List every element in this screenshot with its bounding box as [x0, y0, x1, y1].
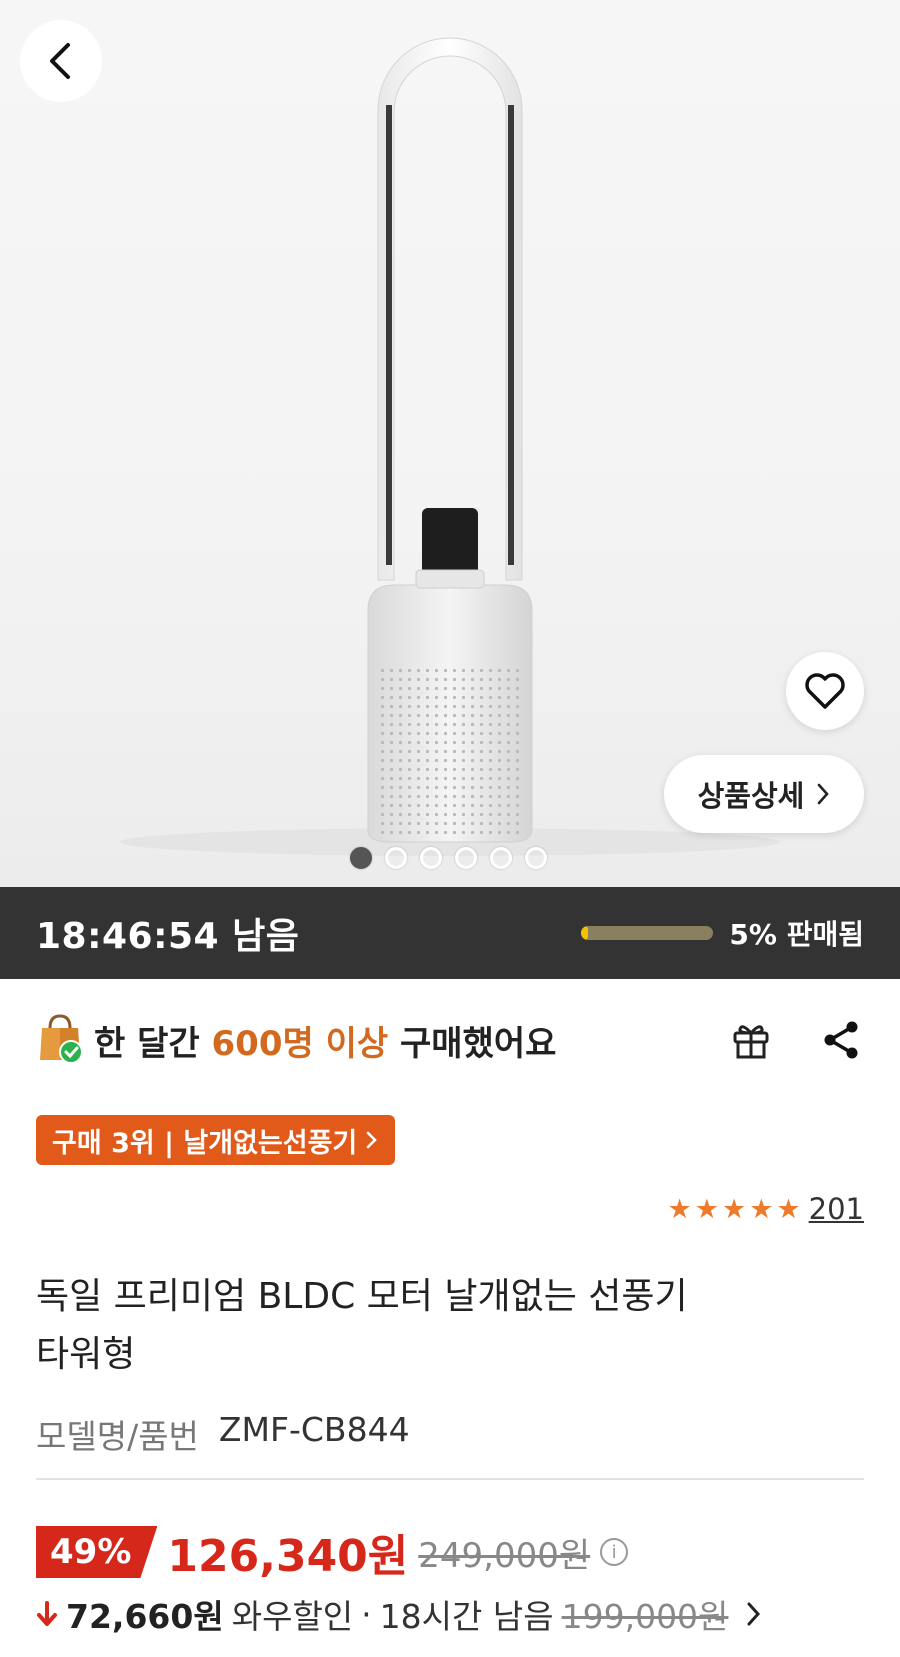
deal-timer-bar: 18:46:54 남음 5% 판매됨	[0, 887, 900, 979]
carousel-indicator	[350, 847, 547, 869]
wow-discount-label: 와우할인	[231, 1597, 354, 1636]
product-title-line-2: 타워형	[36, 1334, 136, 1375]
star-rating: ★ ★ ★ ★ ★	[668, 1196, 801, 1223]
arrow-down-icon	[37, 1601, 57, 1626]
star-icon: ★	[749, 1193, 774, 1225]
purchase-suffix: 구매했어요	[388, 1023, 557, 1064]
wow-discount-row[interactable]: 72,660원 와우할인 · 18시간 남음 199,000원	[36, 1590, 762, 1638]
shopping-bag-icon	[40, 1014, 83, 1064]
time-remaining: 18:46:54 남음	[36, 916, 300, 957]
purchase-count-text: 한 달간 600명 이상 구매했어요	[94, 1016, 556, 1065]
gift-button[interactable]	[728, 1017, 774, 1063]
wow-discount-amount: 72,660원	[66, 1597, 224, 1636]
product-image	[120, 37, 780, 856]
info-icon[interactable]: i	[600, 1538, 629, 1566]
gift-icon	[733, 1025, 769, 1059]
sale-price: 126,340원	[167, 1531, 409, 1582]
sold-progress-fill	[581, 926, 589, 940]
model-label: 모델명/품번	[36, 1417, 199, 1456]
carousel-dot[interactable]	[350, 847, 372, 869]
star-icon: ★	[721, 1193, 747, 1225]
review-count-link[interactable]: 201	[809, 1192, 864, 1226]
product-detail-button[interactable]: 상품상세	[664, 755, 864, 833]
chevron-right-icon	[747, 1602, 761, 1626]
wow-time-remaining: 18시간 남음	[379, 1597, 554, 1636]
carousel-dot[interactable]	[455, 847, 477, 869]
price-row: 49% 126,340원 249,000원 i	[36, 1520, 629, 1584]
sold-progress-bar	[581, 926, 714, 940]
share-icon	[824, 1021, 858, 1059]
divider	[36, 1478, 864, 1480]
separator: ·	[361, 1594, 372, 1634]
carousel-dot[interactable]	[490, 847, 512, 869]
share-button[interactable]	[818, 1017, 864, 1063]
wishlist-button[interactable]	[786, 652, 864, 730]
discount-badge: 49%	[36, 1526, 158, 1578]
model-value: ZMF-CB844	[218, 1410, 410, 1449]
chevron-right-icon	[818, 783, 830, 805]
star-icon: ★	[776, 1193, 801, 1225]
chevron-left-icon	[50, 43, 70, 79]
sold-percentage: 5% 판매됨	[729, 918, 864, 951]
rating-row[interactable]: ★ ★ ★ ★ ★ 201	[668, 1192, 864, 1226]
product-title-line-1: 독일 프리미엄 BLDC 모터 날개없는 선풍기	[36, 1276, 688, 1317]
purchase-highlight: 600명 이상	[211, 1023, 389, 1064]
star-icon: ★	[694, 1193, 719, 1225]
chevron-right-icon	[366, 1131, 378, 1149]
rank-badge-label: 구매 3위 | 날개없는선풍기	[52, 1127, 358, 1159]
product-detail-label: 상품상세	[697, 779, 805, 813]
purchase-prefix: 한 달간	[94, 1023, 212, 1064]
wow-original-price: 199,000원	[561, 1597, 729, 1636]
product-title: 독일 프리미엄 BLDC 모터 날개없는 선풍기 타워형	[36, 1268, 864, 1384]
carousel-dot[interactable]	[420, 847, 442, 869]
heart-icon	[805, 673, 845, 709]
product-image-carousel[interactable]: 상품상세	[0, 0, 900, 887]
carousel-dot[interactable]	[525, 847, 547, 869]
original-price: 249,000원	[418, 1535, 591, 1576]
rank-badge[interactable]: 구매 3위 | 날개없는선풍기	[36, 1115, 396, 1165]
purchase-count-row: 한 달간 600명 이상 구매했어요	[36, 1010, 864, 1070]
carousel-dot[interactable]	[385, 847, 407, 869]
back-button[interactable]	[20, 20, 102, 102]
model-number-row: 모델명/품번 ZMF-CB844	[36, 1410, 410, 1458]
star-icon: ★	[667, 1193, 692, 1225]
